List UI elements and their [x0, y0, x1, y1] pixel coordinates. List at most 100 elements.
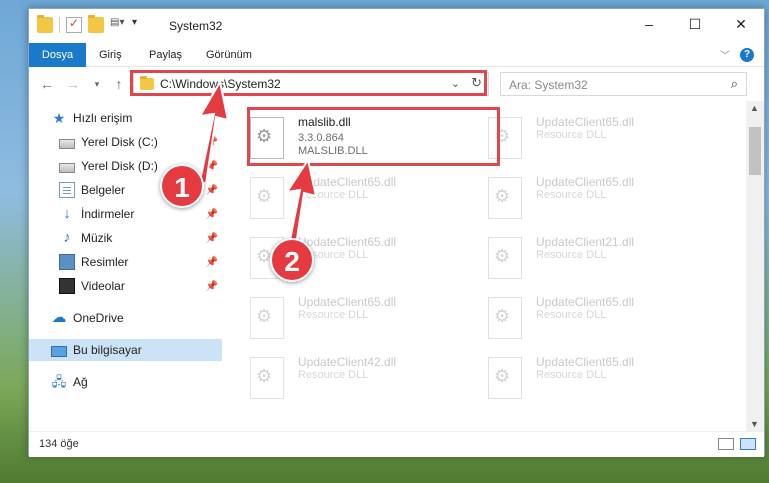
- file-tile[interactable]: UpdateClient65.dll Resource DLL: [222, 227, 452, 283]
- file-name: UpdateClient65.dll: [536, 175, 635, 189]
- back-arrow-icon[interactable]: ←: [37, 74, 57, 94]
- properties-icon[interactable]: [66, 16, 82, 33]
- pin-icon: 📌: [205, 280, 218, 292]
- disk-icon: [59, 138, 75, 149]
- chevron-down-icon[interactable]: ⌄: [451, 77, 460, 90]
- title-bar: ▤▾ ▾ System32 – ☐ ✕: [29, 9, 764, 43]
- sidebar-item-label: İndirmeler: [81, 207, 135, 221]
- file-tile[interactable]: UpdateClient21.dll Resource DLL: [460, 227, 690, 283]
- pin-icon: 📌: [205, 208, 218, 220]
- file-name: UpdateClient65.dll: [536, 355, 635, 369]
- sidebar-item-videos[interactable]: Videolar 📌: [29, 275, 222, 297]
- maximize-button[interactable]: ☐: [672, 9, 718, 39]
- minimize-button[interactable]: –: [626, 9, 672, 39]
- file-description: Resource DLL: [536, 189, 607, 201]
- help-icon[interactable]: ?: [740, 47, 754, 62]
- item-count: 134 öğe: [39, 438, 79, 450]
- scroll-up-icon[interactable]: ▲: [750, 103, 759, 113]
- file-description: MALSLIB.DLL: [298, 145, 368, 157]
- file-name: malslib.dll: [298, 115, 351, 129]
- sidebar-item-pictures[interactable]: Resimler 📌: [29, 251, 222, 273]
- vertical-scrollbar[interactable]: ▲ ▼: [746, 101, 764, 431]
- step-badge-1: 1: [160, 164, 204, 208]
- file-description: Resource DLL: [536, 309, 607, 321]
- ribbon-right-icons: ﹀ ?: [720, 47, 754, 62]
- up-arrow-icon[interactable]: ↑: [109, 74, 129, 94]
- status-bar: 134 öğe: [29, 431, 764, 457]
- forward-arrow-icon[interactable]: →: [63, 74, 83, 94]
- file-tile[interactable]: UpdateClient65.dll Resource DLL: [222, 167, 452, 223]
- customize-toolbar-icon[interactable]: ▤▾: [110, 17, 126, 33]
- file-name: UpdateClient65.dll: [298, 295, 397, 309]
- search-placeholder: Ara: System32: [509, 78, 588, 92]
- sidebar-item-downloads[interactable]: ↓ İndirmeler 📌: [29, 203, 222, 225]
- sidebar-item-network[interactable]: 🖧 Ağ: [29, 371, 222, 393]
- sidebar-item-this-pc[interactable]: Bu bilgisayar: [29, 339, 222, 361]
- computer-icon: [51, 345, 67, 357]
- file-tile[interactable]: UpdateClient65.dll Resource DLL: [460, 347, 690, 403]
- dll-file-icon: [488, 357, 522, 399]
- scroll-thumb[interactable]: [749, 127, 761, 175]
- file-tile-malslib[interactable]: malslib.dll 3.3.0.864 MALSLIB.DLL: [222, 107, 452, 163]
- sidebar-item-label: OneDrive: [73, 311, 124, 325]
- details-view-icon[interactable]: [718, 438, 734, 450]
- dll-file-icon: [250, 177, 284, 219]
- sidebar-item-label: Belgeler: [81, 183, 126, 197]
- file-tile[interactable]: UpdateClient42.dll Resource DLL: [222, 347, 452, 403]
- sidebar-item-disk-c[interactable]: Yerel Disk (C:) 📌: [29, 131, 222, 153]
- sidebar-item-music[interactable]: ♪ Müzik 📌: [29, 227, 222, 249]
- pin-icon: 📌: [205, 160, 218, 172]
- navigation-bar: ← → ▾ ↑ C:\Windows\System32 ⌄ ↻ Ara: Sys…: [29, 67, 764, 101]
- sidebar-item-label: Ağ: [73, 375, 88, 389]
- tab-view[interactable]: Görünüm: [196, 43, 262, 67]
- sidebar-item-label: Yerel Disk (C:): [81, 135, 158, 149]
- file-name: UpdateClient65.dll: [298, 235, 397, 249]
- expand-ribbon-icon[interactable]: ﹀: [720, 47, 730, 62]
- step-badge-2: 2: [270, 238, 314, 282]
- sidebar-item-label: Hızlı erişim: [73, 111, 133, 125]
- file-name: UpdateClient65.dll: [536, 295, 635, 309]
- dll-file-icon: [488, 237, 522, 279]
- search-icon[interactable]: ⌕: [731, 76, 738, 92]
- file-name: UpdateClient42.dll: [298, 355, 397, 369]
- scroll-down-icon[interactable]: ▼: [750, 419, 759, 429]
- sidebar-item-onedrive[interactable]: ☁ OneDrive: [29, 307, 222, 329]
- file-tile[interactable]: UpdateClient65.dll Resource DLL: [460, 167, 690, 223]
- file-description: Resource DLL: [298, 309, 369, 321]
- sidebar-item-label: Yerel Disk (D:): [81, 159, 158, 173]
- new-folder-icon[interactable]: [88, 15, 104, 33]
- videos-icon: [59, 278, 75, 294]
- file-name: UpdateClient21.dll: [536, 235, 635, 249]
- tiles-view-icon[interactable]: [740, 438, 756, 450]
- sidebar-item-quick-access[interactable]: ★ Hızlı erişim: [29, 107, 222, 129]
- window-controls: – ☐ ✕: [626, 9, 764, 39]
- pin-icon: 📌: [205, 136, 218, 148]
- chevron-down-icon[interactable]: ▾: [132, 17, 148, 33]
- file-name: UpdateClient65.dll: [536, 115, 635, 129]
- pin-icon: 📌: [205, 256, 218, 268]
- folder-icon: [140, 76, 154, 90]
- tab-home[interactable]: Giriş: [89, 43, 132, 67]
- close-button[interactable]: ✕: [718, 9, 764, 39]
- file-tile[interactable]: UpdateClient65.dll Resource DLL: [460, 287, 690, 343]
- pin-icon: 📌: [205, 184, 218, 196]
- tab-file[interactable]: Dosya: [29, 43, 86, 67]
- file-description: Resource DLL: [536, 249, 607, 261]
- file-tile[interactable]: UpdateClient65.dll Resource DLL: [222, 287, 452, 343]
- quick-access-toolbar: ▤▾ ▾: [37, 15, 148, 33]
- recent-locations-icon[interactable]: ▾: [87, 74, 107, 94]
- file-tile[interactable]: UpdateClient65.dll Resource DLL: [460, 107, 690, 163]
- search-input[interactable]: Ara: System32 ⌕: [500, 72, 747, 96]
- dll-file-icon: [488, 177, 522, 219]
- sidebar-item-label: Resimler: [81, 255, 129, 269]
- sidebar-item-label: Bu bilgisayar: [73, 343, 142, 357]
- address-path[interactable]: C:\Windows\System32: [160, 77, 281, 91]
- file-description: Resource DLL: [536, 129, 607, 141]
- file-description: Resource DLL: [298, 369, 369, 381]
- dll-file-icon: [250, 357, 284, 399]
- divider: [59, 17, 60, 33]
- tab-share[interactable]: Paylaş: [139, 43, 192, 67]
- dll-file-icon: [250, 297, 284, 339]
- refresh-icon[interactable]: ↻: [471, 75, 482, 91]
- address-bar[interactable]: C:\Windows\System32 ⌄ ↻: [133, 72, 489, 96]
